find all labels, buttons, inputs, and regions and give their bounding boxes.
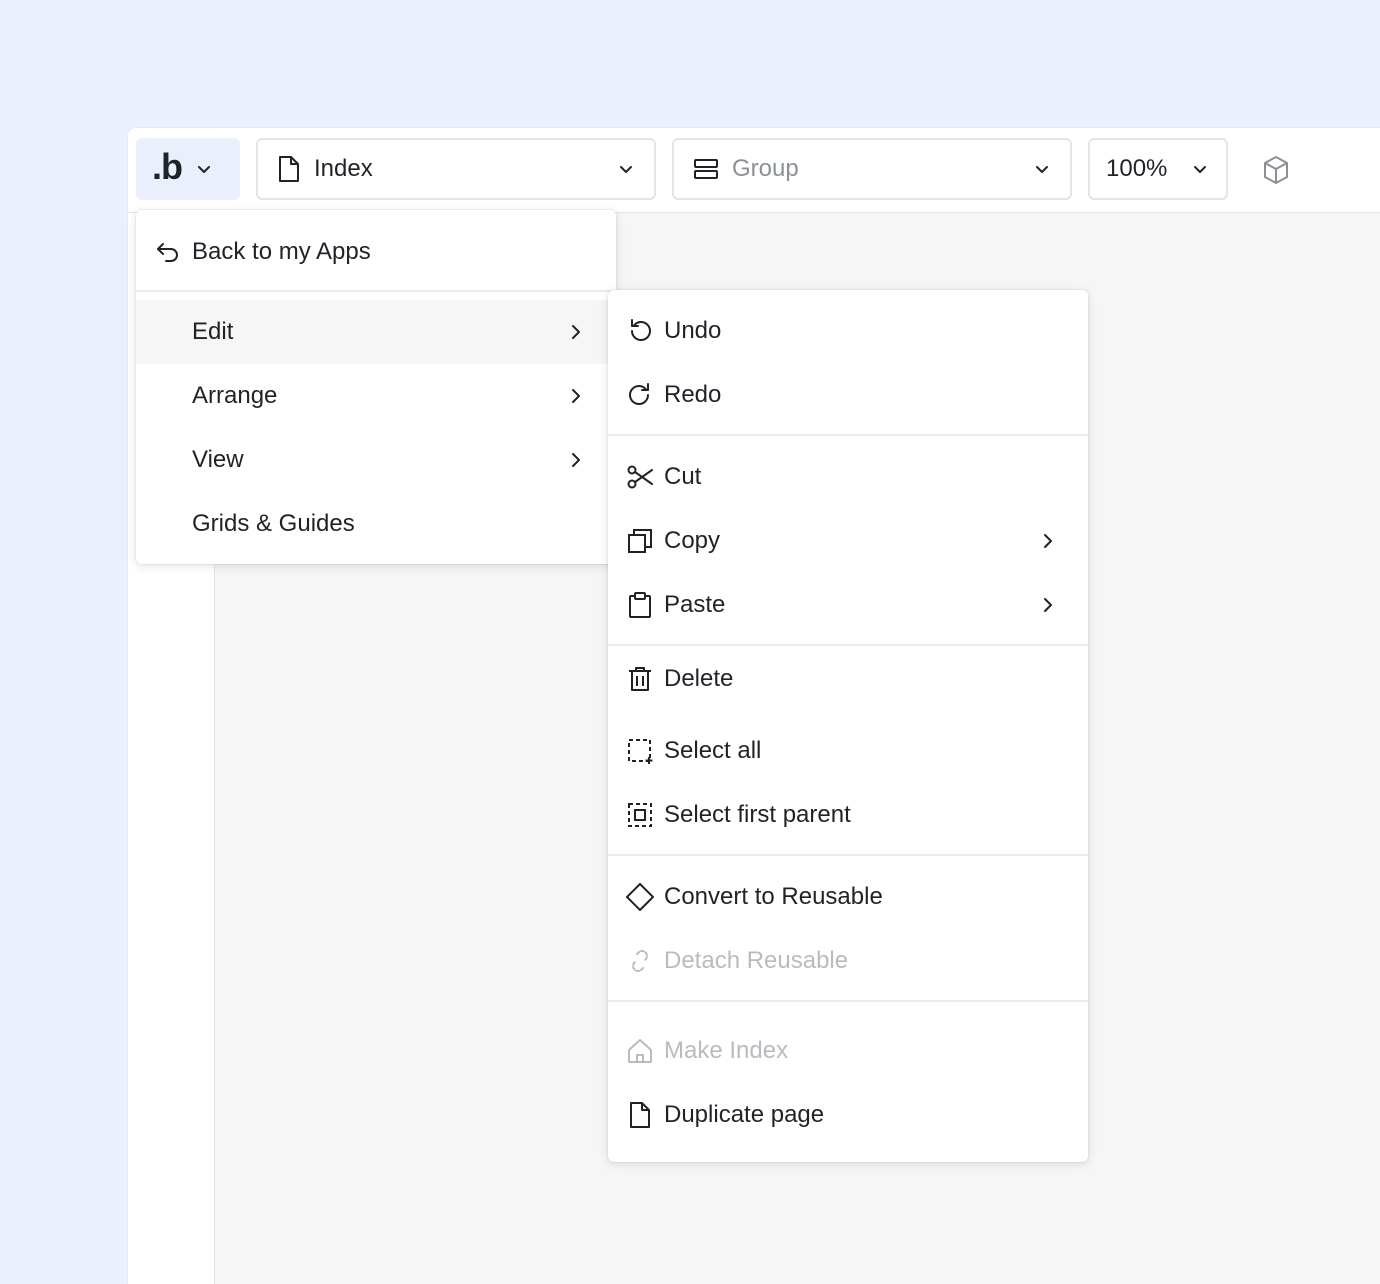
chevron-right-icon <box>572 389 580 403</box>
chevron-down-icon <box>1194 166 1206 173</box>
redo-label: Redo <box>664 381 722 408</box>
undo-item[interactable]: Undo <box>608 299 1088 363</box>
chevron-right-icon <box>572 325 580 339</box>
chevron-right-icon <box>1044 534 1052 548</box>
detach-reusable-item[interactable]: Detach Reusable <box>608 929 1088 993</box>
copy-label: Copy <box>664 527 721 554</box>
redo-icon <box>629 383 649 405</box>
element-selector-placeholder: Group <box>732 155 799 182</box>
menu-divider <box>608 854 1088 856</box>
home-icon <box>628 1039 652 1063</box>
app-menu: Back to my Apps Edit Arrange View Grids … <box>136 210 616 564</box>
bubble-logo: .b <box>152 146 183 187</box>
convert-to-reusable-label: Convert to Reusable <box>664 883 883 910</box>
select-first-parent-item[interactable]: Select first parent <box>608 783 1088 847</box>
scissors-icon <box>627 465 653 489</box>
delete-item[interactable]: Delete <box>608 647 1088 711</box>
copy-item[interactable]: Copy <box>608 509 1088 573</box>
copy-icon <box>628 529 652 553</box>
page-selector-label: Index <box>314 155 373 182</box>
menu-item-grids-guides[interactable]: Grids & Guides <box>136 492 616 556</box>
chevron-right-icon <box>1044 598 1052 612</box>
group-icon <box>694 159 718 179</box>
chevron-down-icon <box>620 166 632 173</box>
back-arrow-icon <box>157 243 178 262</box>
detach-reusable-label: Detach Reusable <box>664 947 849 974</box>
chevron-down-icon <box>1036 166 1048 173</box>
menu-divider <box>608 644 1088 646</box>
diamond-icon <box>626 883 654 911</box>
menu-item-label: View <box>192 446 244 473</box>
broken-link-icon <box>632 950 648 972</box>
duplicate-page-item[interactable]: Duplicate page <box>608 1083 1088 1147</box>
zoom-selector[interactable]: 100% <box>1088 138 1228 200</box>
menu-divider <box>136 290 616 292</box>
trash-icon <box>629 667 651 691</box>
select-all-label: Select all <box>664 737 762 764</box>
paste-item[interactable]: Paste <box>608 573 1088 637</box>
page-icon <box>630 1102 650 1128</box>
select-all-item[interactable]: Select all <box>608 719 1088 783</box>
make-index-label: Make Index <box>664 1037 789 1064</box>
duplicate-page-label: Duplicate page <box>664 1101 825 1128</box>
redo-item[interactable]: Redo <box>608 363 1088 427</box>
menu-divider <box>608 434 1088 436</box>
menu-divider <box>608 1000 1088 1002</box>
back-to-apps-label: Back to my Apps <box>192 238 371 265</box>
cut-label: Cut <box>664 463 702 490</box>
convert-to-reusable-item[interactable]: Convert to Reusable <box>608 865 1088 929</box>
undo-label: Undo <box>664 317 722 344</box>
delete-label: Delete <box>664 665 734 692</box>
undo-icon <box>631 319 651 341</box>
menu-item-label: Edit <box>192 318 234 345</box>
chevron-down-icon <box>198 166 210 173</box>
menu-item-label: Grids & Guides <box>192 510 355 537</box>
zoom-level: 100% <box>1106 155 1168 182</box>
page-icon <box>279 156 299 182</box>
top-toolbar: .b Index Group 100% <box>128 128 1380 213</box>
clipboard-icon <box>629 592 651 618</box>
make-index-item[interactable]: Make Index <box>608 1019 1088 1083</box>
menu-item-label: Arrange <box>192 382 278 409</box>
paste-label: Paste <box>664 591 726 618</box>
back-to-apps-item[interactable]: Back to my Apps <box>136 220 616 284</box>
select-parent-icon <box>628 803 652 827</box>
menu-item-edit[interactable]: Edit <box>136 300 616 364</box>
cut-item[interactable]: Cut <box>608 445 1088 509</box>
chevron-right-icon <box>572 453 580 467</box>
menu-item-view[interactable]: View <box>136 428 616 492</box>
cube-icon[interactable] <box>1260 154 1292 186</box>
menu-item-arrange[interactable]: Arrange <box>136 364 616 428</box>
page-selector[interactable]: Index <box>256 138 656 200</box>
element-selector[interactable]: Group <box>672 138 1072 200</box>
edit-submenu: Undo Redo Cut Copy Paste Delete Select a… <box>608 290 1088 1162</box>
select-all-icon <box>628 739 653 764</box>
select-first-parent-label: Select first parent <box>664 801 851 828</box>
app-menu-button[interactable]: .b <box>136 138 240 200</box>
